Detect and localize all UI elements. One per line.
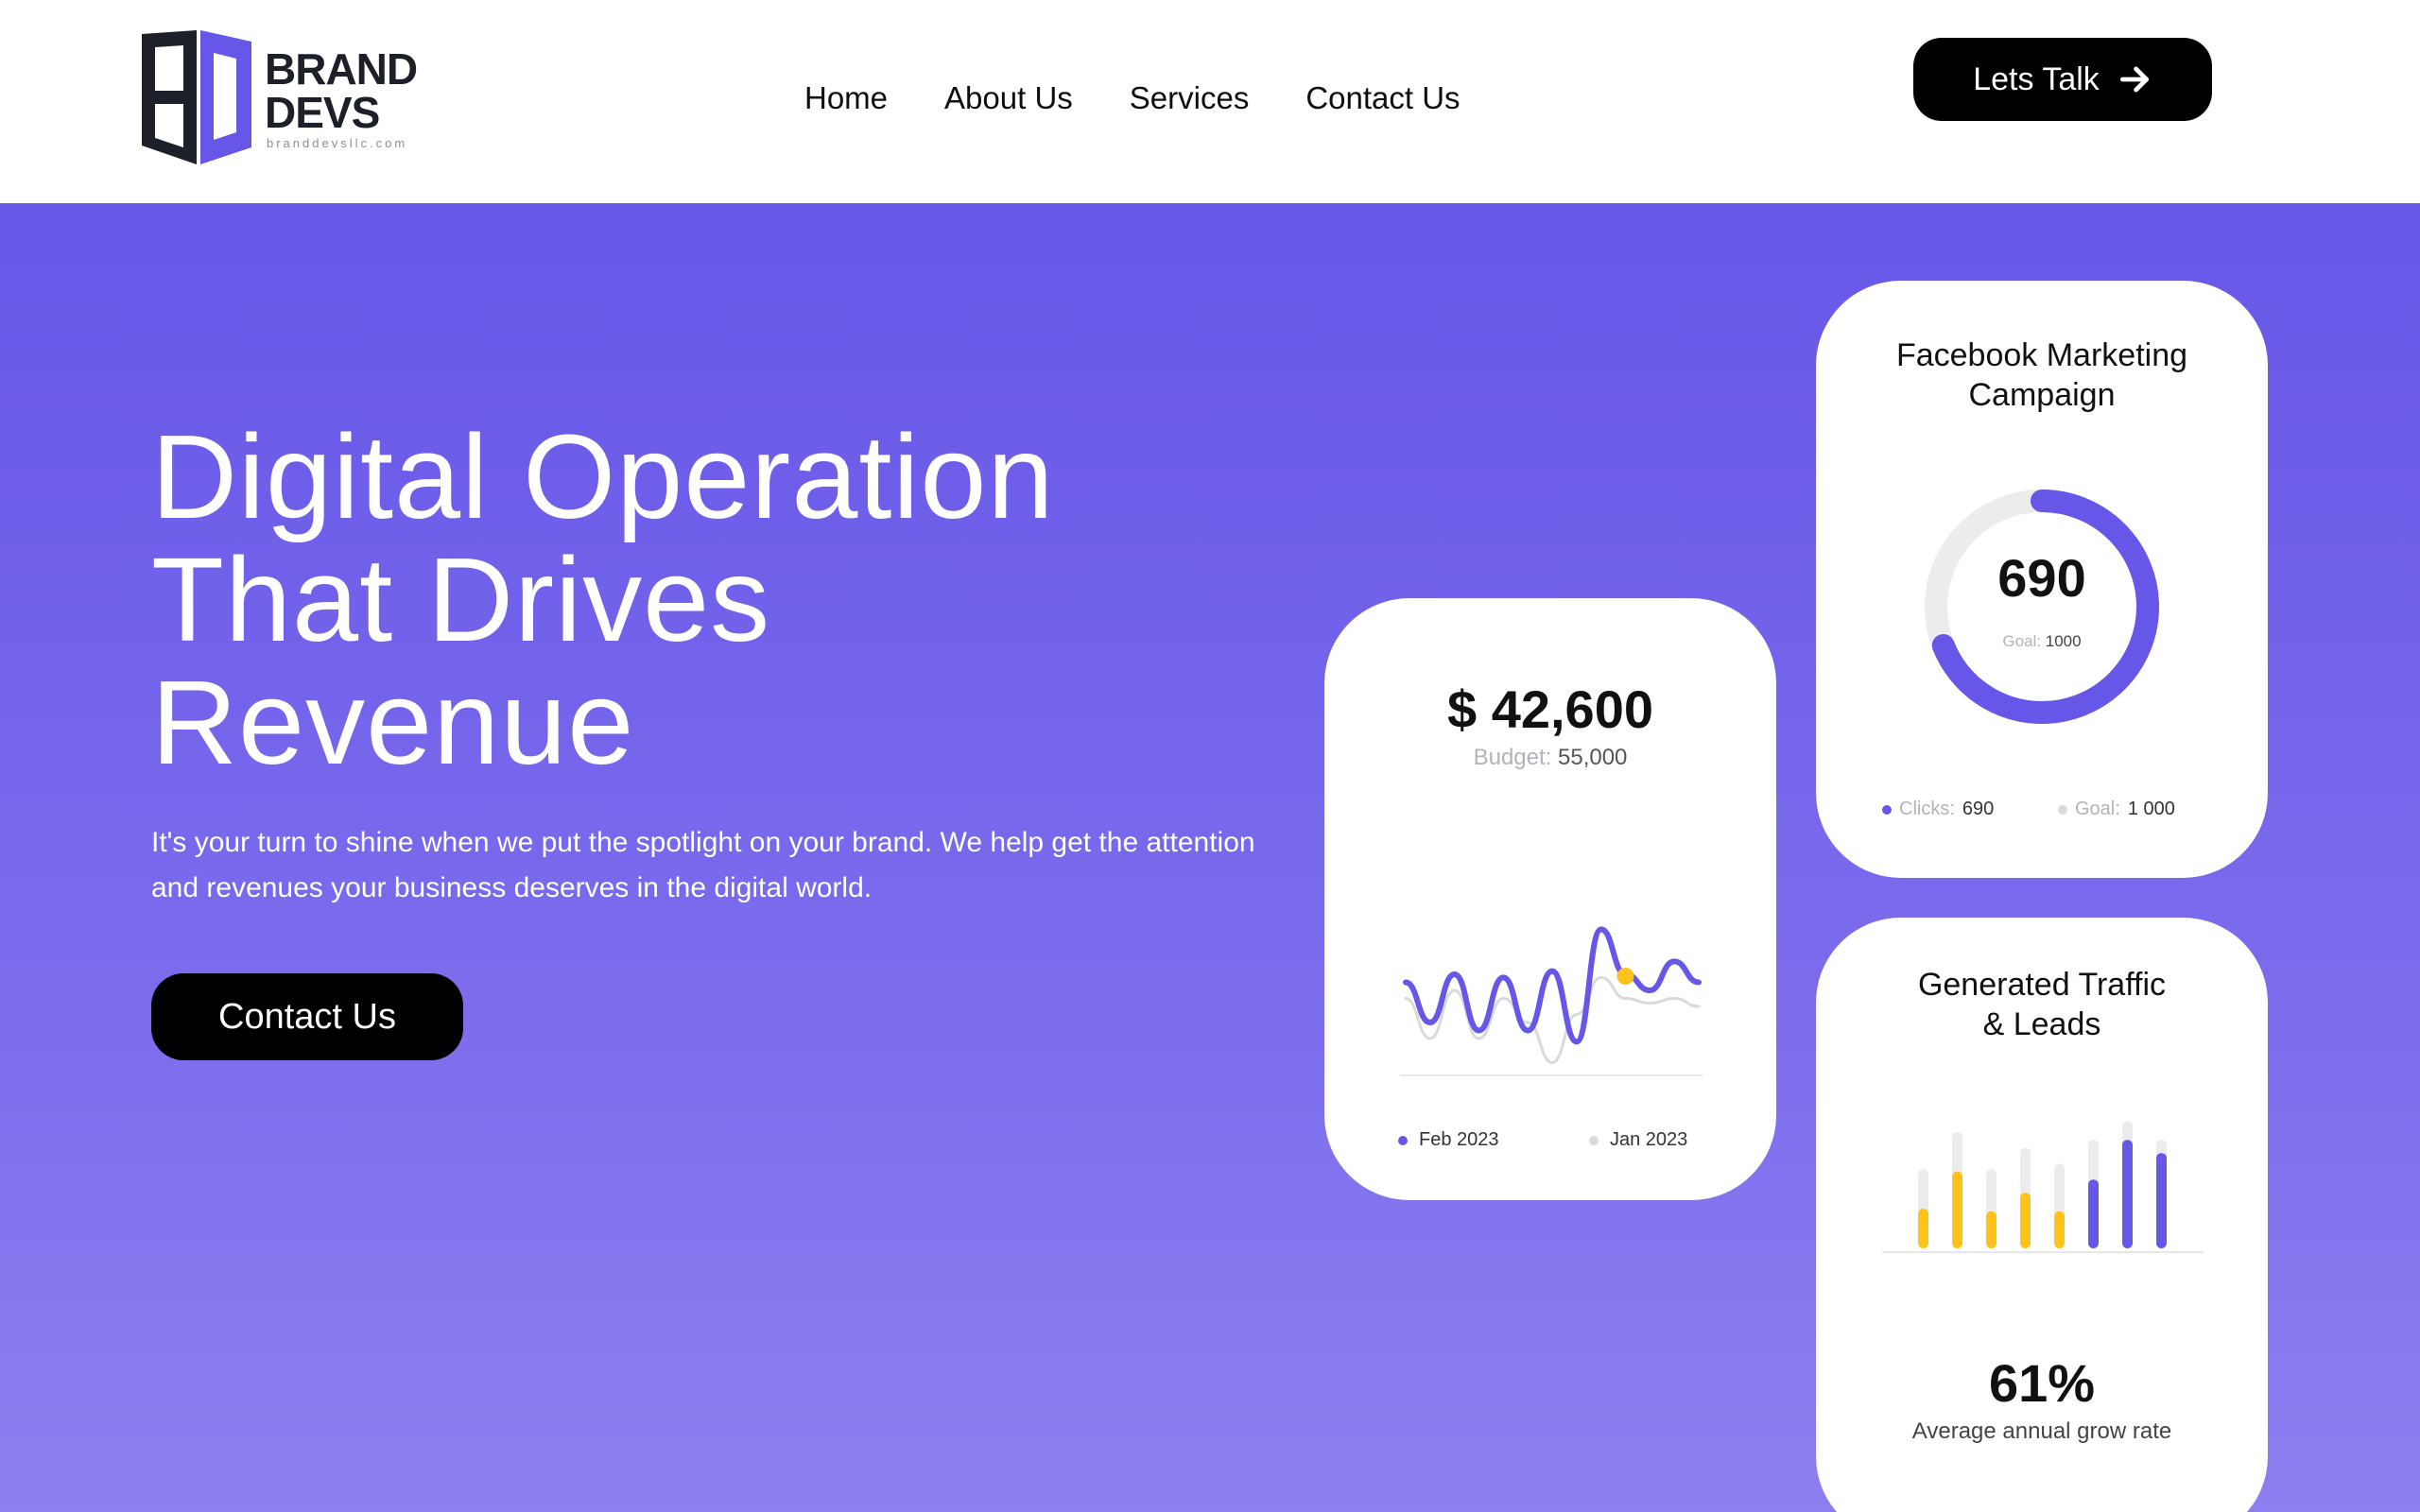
traffic-title-line1: Generated Traffic [1917,967,2167,1003]
budget-line-chart [1400,926,1703,1076]
growth-caption: Average annual grow rate [1911,1418,2172,1444]
fb-donut-goal: Goal: 1000 [1816,632,2268,651]
hero-title-line1: Digital Operation [151,410,1055,543]
series-line-feb-2023 [1403,926,1702,1045]
legend-clicks-value: 690 [1962,799,1995,819]
site-header: BRAND DEVS branddevsllc.com Home About U… [0,0,2420,203]
fb-title-line2: Campaign [1968,377,2116,413]
bar-value-4 [2020,1193,2031,1248]
bar-value-8 [2156,1153,2167,1248]
legend-feb-2023: Feb 2023 [1398,1129,1499,1151]
budget-amount: $ 42,600 [1447,679,1653,739]
legend-goal-label: Goal: [2075,799,2120,819]
legend-dot-jan [1589,1135,1599,1145]
bar-value-3 [1986,1211,1996,1248]
legend-goal-value: 1 000 [2127,799,2175,819]
bar-value-6 [2088,1179,2099,1248]
hero-contact-button[interactable]: Contact Us [151,973,463,1060]
budget-value: 55,000 [1558,745,1628,770]
brand-url: branddevsllc.com [267,136,408,150]
brand-logo[interactable]: BRAND DEVS branddevsllc.com [138,26,441,170]
hero-subtitle: It's your turn to shine when we put the … [151,827,1255,903]
legend-clicks-label: Clicks: [1899,799,1955,819]
nav-about-us[interactable]: About Us [944,80,1073,116]
fb-goal-label: Goal: [2002,632,2042,650]
nav-services[interactable]: Services [1130,80,1250,116]
traffic-title-line2: & Leads [1982,1006,2101,1042]
brand-name-line2: DEVS [265,88,380,137]
growth-percentage: 61% [1988,1353,2096,1413]
budget-card: $ 42,600 Budget: 55,000 Feb 2023 Jan 202… [1324,598,1776,1200]
budget-line: Budget: 55,000 [1324,745,1776,771]
facebook-campaign-card: Facebook Marketing Campaign 690 Goal: 10… [1816,281,2268,878]
brand-name: BRAND DEVS [265,44,418,137]
hero-title-line2: That Drives [151,533,771,666]
legend-label-jan: Jan 2023 [1610,1129,1688,1150]
chart-highlight-point [1616,968,1634,985]
arrow-right-icon [2119,66,2149,93]
bar-value-2 [1952,1171,1962,1248]
hero-title: Digital Operation That Drives Revenue [151,416,1333,784]
legend-label-feb: Feb 2023 [1419,1129,1499,1150]
main-nav: Home About Us Services Contact Us [804,80,1461,116]
bar-value-7 [2122,1140,2133,1248]
legend-goal: Goal: 1 000 [2058,799,2175,820]
legend-jan-2023: Jan 2023 [1589,1129,1687,1151]
bar-value-1 [1918,1209,1928,1248]
fb-title-line1: Facebook Marketing [1895,337,2188,373]
brand-logo-mark [142,30,251,164]
lets-talk-button[interactable]: Lets Talk [1913,38,2212,121]
legend-clicks: Clicks: 690 [1882,799,1994,820]
fb-card-title: Facebook Marketing Campaign [1816,335,2268,415]
traffic-bar-chart [1882,1121,2204,1253]
traffic-leads-card: Generated Traffic & Leads 61% Average an… [1816,918,2268,1512]
legend-dot-goal [2058,804,2067,815]
hero-section: Digital Operation That Drives Revenue It… [0,203,2420,1512]
brand-name-line1: BRAND [265,44,418,94]
legend-dot-clicks [1882,804,1892,815]
traffic-card-title: Generated Traffic & Leads [1816,965,2268,1044]
budget-label: Budget: [1473,745,1552,770]
nav-home[interactable]: Home [804,80,888,116]
bar-value-5 [2054,1211,2065,1248]
hero-title-line3: Revenue [151,656,635,789]
nav-contact-us[interactable]: Contact Us [1305,80,1460,116]
legend-dot-feb [1398,1135,1408,1145]
fb-goal-value: 1000 [2045,632,2082,650]
lets-talk-label: Lets Talk [1973,60,2100,97]
fb-donut-value: 690 [1997,548,2086,608]
